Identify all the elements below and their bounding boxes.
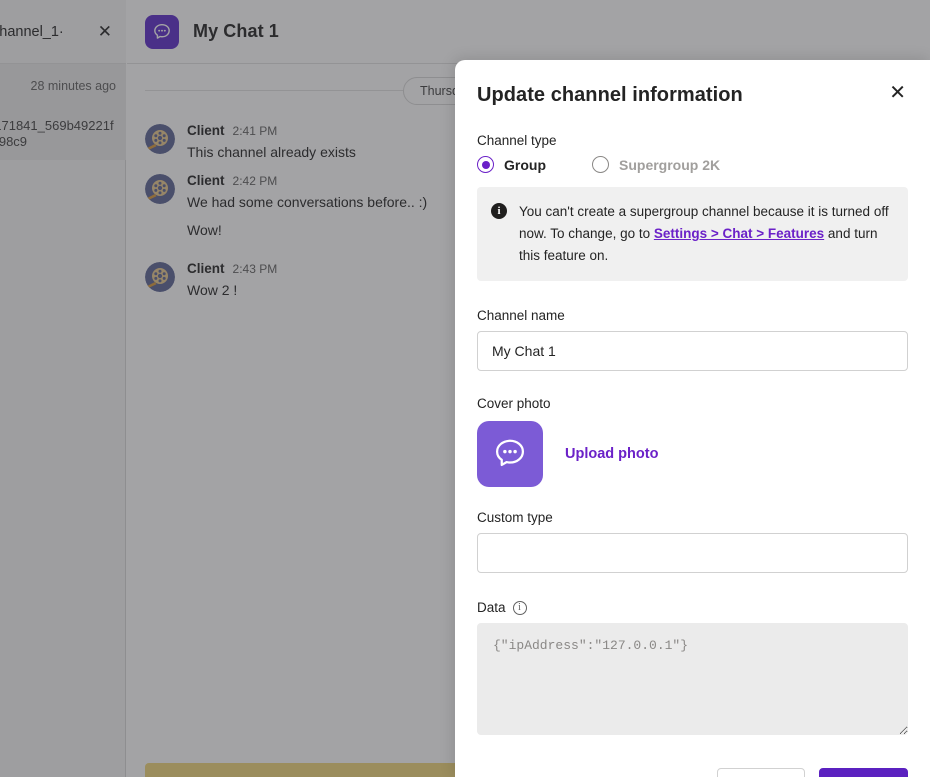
avatar (145, 174, 175, 204)
dialog-footer: Cancel Update (477, 768, 908, 777)
channel-tab[interactable]: channel_1· ✕ (0, 0, 126, 64)
info-callout: i You can't create a supergroup channel … (477, 187, 908, 281)
channel-list-panel: channel_1· ✕ 28 minutes ago 1171841_569b… (0, 0, 126, 777)
message-author: Client (187, 261, 225, 276)
radio-icon (477, 156, 494, 173)
radio-option-supergroup[interactable]: Supergroup 2K (592, 156, 720, 173)
info-callout-text: You can't create a supergroup channel be… (519, 201, 892, 267)
data-textarea[interactable] (477, 623, 908, 735)
channel-name-input[interactable] (477, 331, 908, 371)
chat-title: My Chat 1 (193, 21, 279, 41)
message-time: 2:43 PM (232, 262, 278, 276)
channel-type-label: Channel type (477, 133, 557, 148)
avatar (145, 124, 175, 154)
cover-photo-row: Upload photo (477, 421, 908, 487)
upload-photo-button[interactable]: Upload photo (565, 446, 658, 462)
dialog-header: Update channel information ✕ (477, 82, 908, 108)
chat-bubble-icon[interactable] (477, 421, 543, 487)
page-title: Update channel information (477, 84, 743, 106)
settings-chat-features-link[interactable]: Settings > Chat > Features (654, 226, 824, 241)
channel-tab-title: channel_1· (0, 23, 64, 40)
radio-label: Group (504, 156, 546, 173)
avatar (145, 262, 175, 292)
data-label: Data (477, 600, 506, 615)
update-button[interactable]: Update (818, 768, 908, 777)
close-icon[interactable]: ✕ (94, 21, 116, 42)
message-author: Client (187, 123, 225, 138)
channel-name-label: Channel name (477, 308, 565, 323)
list-item-id: 1171841_569b49221ff598c9 (0, 118, 114, 149)
list-item-time: 28 minutes ago (30, 79, 116, 93)
update-channel-dialog: Update channel information ✕ Channel typ… (455, 60, 930, 777)
info-outline-icon[interactable]: i (512, 601, 527, 615)
cancel-button[interactable]: Cancel (716, 768, 805, 777)
radio-label: Supergroup 2K (619, 156, 721, 173)
message-time: 2:41 PM (232, 124, 278, 138)
message-time: 2:42 PM (232, 174, 278, 188)
custom-type-input[interactable] (477, 533, 908, 573)
avatar-spacer (145, 220, 175, 250)
cover-photo-label: Cover photo (477, 396, 551, 411)
radio-icon (592, 156, 609, 173)
info-filled-icon: i (491, 203, 507, 219)
custom-type-label: Custom type (477, 510, 553, 525)
list-item[interactable]: 28 minutes ago 1171841_569b49221ff598c9 (0, 64, 126, 160)
data-label-row: Data i (477, 599, 908, 617)
close-icon[interactable]: ✕ (887, 82, 908, 104)
message-author: Client (187, 173, 225, 188)
radio-option-group[interactable]: Group (477, 156, 546, 173)
chat-header: My Chat 1 (127, 0, 930, 64)
chat-bubble-icon (145, 14, 179, 49)
channel-type-radio-group: Group Supergroup 2K (477, 156, 908, 173)
